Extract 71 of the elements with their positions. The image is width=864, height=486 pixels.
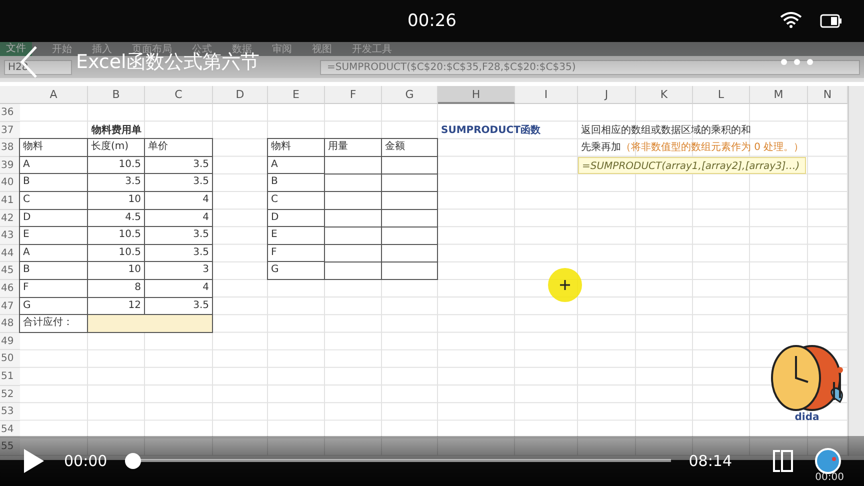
progress-thumb[interactable]	[125, 453, 142, 469]
table-cell: B	[19, 173, 88, 192]
duration-time: 08:14	[688, 452, 732, 470]
column-header[interactable]: J	[578, 86, 636, 104]
column-header[interactable]: I	[515, 86, 578, 104]
column-header[interactable]: D	[213, 86, 268, 104]
table-cell: 物料	[267, 138, 325, 157]
table-cell: 物料	[19, 138, 88, 157]
row-header[interactable]: 48	[0, 315, 20, 333]
syntax-tooltip: =SUMPRODUCT(array1,[array2],[array3]…)	[578, 156, 806, 174]
column-header[interactable]: A	[20, 86, 88, 104]
scroll-bar[interactable]	[848, 86, 864, 456]
more-icon[interactable]	[780, 58, 814, 66]
screen-mode-icon[interactable]	[770, 448, 796, 474]
description-text: 返回相应的数组或数据区域的乘积的和	[580, 124, 752, 138]
note-remark: （将非数值型的数组元素作为 0 处理。）	[621, 142, 804, 154]
table-cell: 单价	[144, 138, 213, 157]
table-cell: 3.5	[144, 226, 213, 245]
row-header[interactable]: 45	[0, 262, 20, 280]
column-header[interactable]: H	[438, 86, 515, 104]
row-header[interactable]: 49	[0, 332, 20, 350]
column-header[interactable]: F	[325, 86, 382, 104]
row-header[interactable]: 50	[0, 350, 20, 368]
formula-field[interactable]: =SUMPRODUCT($C$20:$C$35,F28,$C$20:$C$35)	[320, 60, 860, 74]
column-header[interactable]: G	[382, 86, 438, 104]
table-cell: C	[19, 190, 88, 210]
clock-time: 00:26	[408, 11, 456, 31]
row-header[interactable]: 55	[0, 438, 20, 456]
column-header[interactable]: E	[268, 86, 325, 104]
row-header[interactable]: 36	[0, 104, 20, 122]
table-cell: 合计应付：	[19, 314, 88, 333]
row-header[interactable]: 38	[0, 139, 20, 157]
table-cell: C	[267, 190, 325, 210]
row-header[interactable]: 40	[0, 174, 20, 192]
table-cell: 10.5	[87, 226, 145, 245]
table-cell: F	[19, 278, 88, 298]
taskbar-time: 00:00	[815, 472, 844, 483]
row-header[interactable]: 37	[0, 122, 20, 140]
row-header[interactable]: 53	[0, 403, 20, 421]
table-cell: B	[267, 173, 325, 192]
table-cell: 3.5	[144, 173, 213, 192]
row-header[interactable]: 51	[0, 368, 20, 386]
column-header[interactable]: N	[808, 86, 848, 104]
wifi-icon	[780, 12, 802, 28]
table-cell: 金额	[381, 138, 438, 157]
current-time: 00:00	[64, 452, 108, 470]
play-icon[interactable]	[22, 447, 46, 475]
table-title: 物料费用单	[90, 124, 142, 138]
column-header[interactable]: C	[145, 86, 213, 104]
table-cell: 长度(m)	[87, 138, 145, 157]
table-cell: 用量	[324, 138, 382, 157]
note-text: 先乘再加	[581, 142, 621, 154]
table-cell: 4	[144, 190, 213, 210]
table-cell: B	[19, 261, 88, 280]
cursor-highlight-icon	[547, 267, 583, 303]
table-cell: E	[19, 226, 88, 245]
table-cell: G	[267, 261, 325, 280]
table-cell: E	[267, 226, 325, 245]
row-header[interactable]: 43	[0, 227, 20, 245]
row-header[interactable]: 52	[0, 386, 20, 404]
column-header[interactable]: M	[750, 86, 808, 104]
battery-icon	[820, 14, 842, 28]
table-cell: 3	[144, 261, 213, 280]
column-header[interactable]: B	[88, 86, 145, 104]
function-name: SUMPRODUCT函数	[440, 124, 542, 138]
column-header[interactable]: K	[636, 86, 693, 104]
file-menu[interactable]: 文件	[0, 42, 32, 56]
column-header[interactable]: L	[693, 86, 750, 104]
logo-text: dida	[794, 412, 820, 423]
table-cell: 4	[144, 278, 213, 298]
row-header[interactable]: 54	[0, 420, 20, 438]
